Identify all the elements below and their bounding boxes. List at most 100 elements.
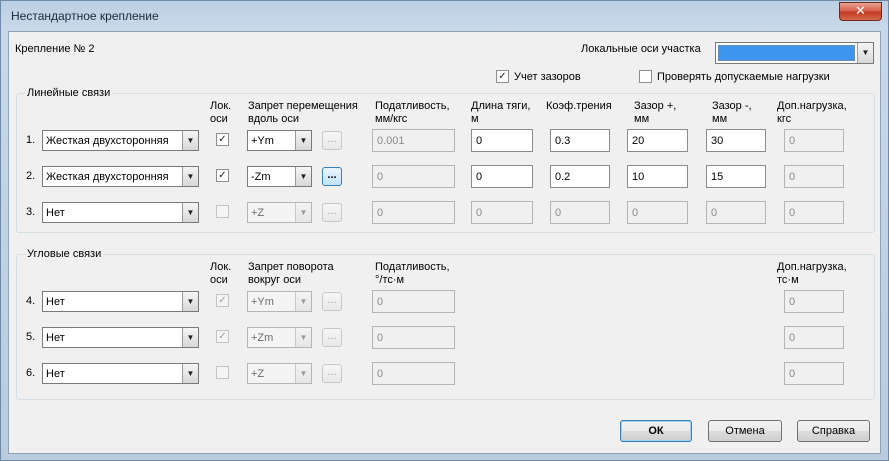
title-bar[interactable]: Нестандартное крепление ✕ — [1, 1, 888, 31]
friction-input[interactable]: 0 — [550, 201, 610, 224]
chevron-down-icon[interactable]: ▼ — [857, 43, 873, 63]
allowed-load-input[interactable]: 0 — [784, 201, 844, 224]
gap-plus-input[interactable]: 20 — [627, 129, 688, 152]
color-swatch — [718, 45, 855, 61]
link-type-select[interactable]: Нет ▼ — [42, 202, 199, 223]
compliance-input[interactable]: 0 — [372, 290, 455, 313]
link-type-select[interactable]: Жесткая двухсторонняя ▼ — [42, 166, 199, 187]
link-type-select[interactable]: Нет ▼ — [42, 327, 199, 348]
allowed-load-input[interactable]: 0 — [784, 290, 844, 313]
gap-plus-input[interactable]: 0 — [627, 201, 688, 224]
compliance-input[interactable]: 0 — [372, 165, 455, 188]
gaps-label: Учет зазоров — [514, 71, 581, 83]
axis-select[interactable]: +Z ▼ — [247, 363, 312, 384]
allowed-load-input[interactable]: 0 — [784, 362, 844, 385]
chevron-down-icon[interactable]: ▼ — [182, 364, 198, 383]
ok-button[interactable]: ОК — [620, 420, 692, 442]
rod-length-input[interactable]: 0 — [471, 201, 533, 224]
local-axes-checkbox[interactable]: ✓ — [216, 294, 229, 307]
window-title: Нестандартное крепление — [11, 9, 159, 23]
chevron-down-icon[interactable]: ▼ — [182, 131, 198, 150]
chevron-down-icon[interactable]: ▼ — [295, 203, 311, 222]
row-number: 5. — [26, 331, 36, 343]
angular-header-loc: Лок. оси — [210, 261, 232, 286]
chevron-down-icon[interactable]: ▼ — [182, 203, 198, 222]
link-type-select[interactable]: Жесткая двухсторонняя ▼ — [42, 130, 199, 151]
axis-value: +Z — [251, 368, 265, 380]
gap-minus-input[interactable]: 15 — [706, 165, 766, 188]
axis-browse-button[interactable]: ... — [322, 328, 342, 347]
friction-input[interactable]: 0.2 — [550, 165, 610, 188]
local-axes-checkbox[interactable]: ✓ — [216, 330, 229, 343]
link-type-value: Нет — [46, 332, 65, 344]
linear-header-loc: Лок. оси — [210, 100, 232, 125]
dialog-client: Крепление № 2 Локальные оси участка ▼ ✓ … — [8, 31, 881, 454]
chevron-down-icon[interactable]: ▼ — [295, 364, 311, 383]
close-button[interactable]: ✕ — [839, 2, 882, 21]
local-axes-checkbox[interactable]: ✓ — [216, 133, 229, 146]
axis-value: +Ym — [251, 135, 274, 147]
help-button[interactable]: Справка — [797, 420, 870, 442]
angular-header-ban: Запрет поворота вокруг оси — [248, 261, 334, 286]
axis-select[interactable]: +Ym ▼ — [247, 291, 312, 312]
axis-select[interactable]: +Ym ▼ — [247, 130, 312, 151]
chevron-down-icon[interactable]: ▼ — [182, 292, 198, 311]
axis-select[interactable]: +Zm ▼ — [247, 327, 312, 348]
linear-header-rod: Длина тяги, м — [471, 100, 531, 125]
axis-select[interactable]: +Z ▼ — [247, 202, 312, 223]
allowed-load-input[interactable]: 0 — [784, 165, 844, 188]
allowed-load-input[interactable]: 0 — [784, 326, 844, 349]
linear-header-gap-minus: Зазор -, мм — [712, 100, 752, 125]
axis-value: +Z — [251, 207, 265, 219]
compliance-input[interactable]: 0 — [372, 326, 455, 349]
gap-minus-input[interactable]: 0 — [706, 201, 766, 224]
fastening-label: Крепление № 2 — [15, 43, 95, 55]
row-number: 1. — [26, 134, 36, 146]
local-axes-color-select[interactable]: ▼ — [715, 42, 874, 64]
local-axes-checkbox[interactable] — [216, 205, 229, 218]
row-number: 3. — [26, 206, 36, 218]
link-type-value: Нет — [46, 296, 65, 308]
axis-select[interactable]: -Zm ▼ — [247, 166, 312, 187]
close-icon: ✕ — [855, 3, 866, 18]
dialog-window: Нестандартное крепление ✕ Крепление № 2 … — [0, 0, 889, 461]
cancel-button[interactable]: Отмена — [708, 420, 782, 442]
rod-length-input[interactable]: 0 — [471, 129, 533, 152]
link-type-select[interactable]: Нет ▼ — [42, 291, 199, 312]
row-number: 4. — [26, 295, 36, 307]
gap-minus-input[interactable]: 30 — [706, 129, 766, 152]
local-axes-checkbox[interactable] — [216, 366, 229, 379]
axis-browse-button[interactable]: ... — [322, 292, 342, 311]
chevron-down-icon[interactable]: ▼ — [295, 131, 311, 150]
row-number: 2. — [26, 170, 36, 182]
axis-value: +Ym — [251, 296, 274, 308]
compliance-input[interactable]: 0 — [372, 201, 455, 224]
chevron-down-icon[interactable]: ▼ — [295, 292, 311, 311]
chevron-down-icon[interactable]: ▼ — [295, 167, 311, 186]
linear-header-ban: Запрет перемещения вдоль оси — [248, 100, 358, 125]
check-icon: ✓ — [498, 71, 507, 82]
chevron-down-icon[interactable]: ▼ — [182, 328, 198, 347]
gap-plus-input[interactable]: 10 — [627, 165, 688, 188]
gaps-checkbox[interactable]: ✓ — [496, 70, 509, 83]
link-type-select[interactable]: Нет ▼ — [42, 363, 199, 384]
local-axes-checkbox[interactable]: ✓ — [216, 169, 229, 182]
axis-browse-button[interactable]: ... — [322, 167, 342, 186]
rod-length-input[interactable]: 0 — [471, 165, 533, 188]
axis-value: -Zm — [251, 171, 271, 183]
check-loads-checkbox[interactable] — [639, 70, 652, 83]
compliance-input[interactable]: 0 — [372, 362, 455, 385]
linear-header-load: Доп.нагрузка, кгс — [777, 100, 847, 125]
local-axes-label: Локальные оси участка — [581, 43, 701, 55]
chevron-down-icon[interactable]: ▼ — [295, 328, 311, 347]
compliance-input[interactable]: 0.001 — [372, 129, 455, 152]
axis-browse-button[interactable]: ... — [322, 203, 342, 222]
linear-header-gap-plus: Зазор +, мм — [634, 100, 677, 125]
link-type-value: Нет — [46, 207, 65, 219]
chevron-down-icon[interactable]: ▼ — [182, 167, 198, 186]
axis-browse-button[interactable]: ... — [322, 364, 342, 383]
axis-browse-button[interactable]: ... — [322, 131, 342, 150]
row-number: 6. — [26, 367, 36, 379]
friction-input[interactable]: 0.3 — [550, 129, 610, 152]
allowed-load-input[interactable]: 0 — [784, 129, 844, 152]
